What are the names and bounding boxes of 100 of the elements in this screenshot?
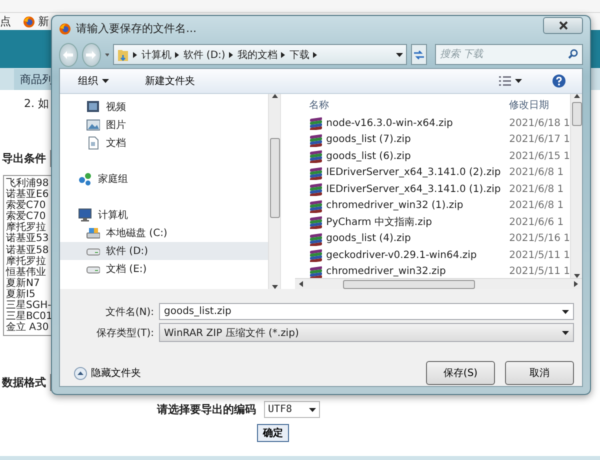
browser-icon [23, 16, 35, 28]
archive-icon [309, 149, 324, 164]
file-name[interactable]: node-v16.3.0-win-x64.zip [295, 116, 510, 130]
homegroup-icon [78, 172, 92, 186]
search-icon [568, 49, 578, 59]
nav-item[interactable]: 视频 [60, 98, 268, 116]
caret-icon [562, 310, 569, 314]
caret-icon [396, 52, 404, 56]
nav-item[interactable]: 文档 [60, 134, 268, 152]
archive-icon [309, 264, 324, 278]
file-name[interactable]: goods_list (4).zip [295, 232, 510, 246]
archive-icon [309, 182, 324, 196]
file-date: 2021/5/11 1 [509, 250, 570, 261]
archive-icon [309, 166, 324, 180]
document-icon [86, 136, 100, 150]
archive-icon [309, 232, 324, 246]
scroll-right-icon [574, 281, 578, 287]
archive-icon [309, 248, 324, 262]
caret-icon [102, 79, 109, 83]
back-arrow-icon [63, 51, 74, 59]
dialog-button[interactable]: 取消 [505, 361, 574, 385]
breadcrumb-item[interactable]: 计算机 [141, 48, 172, 62]
file-name-field[interactable]: goods_list.zip [159, 303, 574, 320]
field-label: 保存类型(T): [96, 326, 154, 340]
archive-icon [309, 116, 324, 130]
bookmark-link[interactable]: 新 [38, 14, 49, 29]
nav-item[interactable]: 软件 (D:) [60, 242, 268, 260]
file-name[interactable]: geckodriver-v0.29.1-win64.zip [295, 248, 510, 262]
chevron-icon [229, 52, 234, 58]
search-field[interactable]: 搜索 下载 [435, 44, 584, 65]
caret-icon [562, 330, 569, 334]
hide-folders-toggle[interactable]: 隐藏文件夹 [68, 366, 141, 380]
forward-button[interactable] [82, 42, 101, 66]
refresh-icon [413, 50, 426, 60]
caret-icon [309, 408, 316, 412]
file-date: 2021/6/6 1 [509, 216, 564, 228]
chevron-icon [313, 52, 318, 58]
breadcrumb-item[interactable]: 下载 [289, 48, 310, 62]
field-label: 文件名(N): [104, 306, 154, 318]
scrollbar-thumb[interactable] [342, 280, 475, 288]
field-label: 导出条件 [2, 151, 46, 166]
refresh-button[interactable] [411, 44, 428, 65]
file-date: 2021/5/16 1 [509, 233, 570, 244]
scroll-left-icon [299, 281, 304, 287]
close-button[interactable] [543, 17, 583, 34]
address-bar[interactable]: 计算机 软件 (D:) 我的文档 下载 [113, 44, 408, 65]
caret-icon [104, 52, 110, 56]
nav-item[interactable]: 本地磁盘 (C:) [60, 224, 268, 242]
nav-item[interactable]: 计算机 [60, 206, 268, 224]
file-name[interactable]: chromedriver_win32 (1).zip [295, 198, 510, 213]
scrollbar-thumb[interactable] [270, 138, 280, 218]
file-date: 2021/6/17 1 [509, 134, 570, 146]
file-name[interactable]: goods_list (7).zip [295, 132, 510, 147]
file-name[interactable]: chromedriver_win32.zip [295, 264, 510, 278]
archive-icon [309, 198, 324, 213]
field-label: 数据格式 [2, 375, 46, 390]
file-name[interactable]: PyCharm 中文指南.zip [295, 215, 510, 230]
new-folder-button[interactable]: 新建文件夹 [141, 72, 199, 90]
scrollbar-thumb[interactable] [572, 102, 582, 126]
video-icon [86, 100, 100, 114]
organize-menu[interactable]: 组织 [74, 72, 113, 90]
list-view-icon [499, 76, 511, 86]
file-date: 2021/6/18 1 [509, 118, 570, 129]
breadcrumb-item[interactable]: 软件 (D:) [183, 48, 226, 62]
column-header[interactable]: 名称 [295, 98, 510, 112]
file-name[interactable]: goods_list (6).zip [295, 149, 510, 164]
back-button[interactable] [59, 42, 78, 66]
archive-icon [309, 132, 324, 147]
file-date: 2021/6/8 1 [509, 184, 564, 195]
file-name[interactable]: IEDriverServer_x64_3.141.0 (2).zip [295, 166, 510, 180]
column-header[interactable]: 修改日期 [509, 98, 550, 112]
file-date: 2021/5/11 1 [509, 266, 570, 278]
file-date: 2021/6/8 1 [509, 167, 564, 178]
encoding-select[interactable]: UTF8 [264, 401, 320, 418]
computer-icon [78, 208, 92, 222]
nav-item[interactable]: 图片 [60, 116, 268, 134]
archive-icon [309, 215, 324, 230]
chevron-icon [133, 52, 138, 58]
file-date: 2021/6/15 1 [509, 150, 570, 162]
field-label: 请选择要导出的编码 [157, 402, 256, 418]
nav-item[interactable]: 文档 (E:) [60, 260, 268, 278]
file-type-select[interactable]: WinRAR ZIP 压缩文件 (*.zip) [159, 323, 574, 342]
nav-item[interactable]: 家庭组 [60, 170, 268, 188]
breadcrumb-item[interactable]: 我的文档 [237, 48, 278, 62]
chevron-icon [281, 52, 286, 58]
window-title: 请输入要保存的文件名... [76, 21, 196, 36]
folder-icon [117, 48, 130, 62]
forward-arrow-icon [86, 51, 96, 59]
chevron-icon [175, 52, 180, 58]
confirm-button[interactable]: 确定 [257, 424, 289, 442]
bookmark-link[interactable]: 点 [0, 14, 11, 29]
dialog-button[interactable]: 保存(S) [426, 361, 495, 385]
help-icon [552, 74, 566, 88]
collapse-icon [74, 366, 87, 380]
browser-icon [59, 22, 71, 34]
file-name[interactable]: IEDriverServer_x64_3.141.0 (1).zip [295, 182, 510, 196]
note-text: 2. 如 [24, 97, 49, 110]
close-icon [558, 21, 568, 30]
drive-icon [86, 226, 100, 240]
caret-icon [515, 79, 522, 83]
